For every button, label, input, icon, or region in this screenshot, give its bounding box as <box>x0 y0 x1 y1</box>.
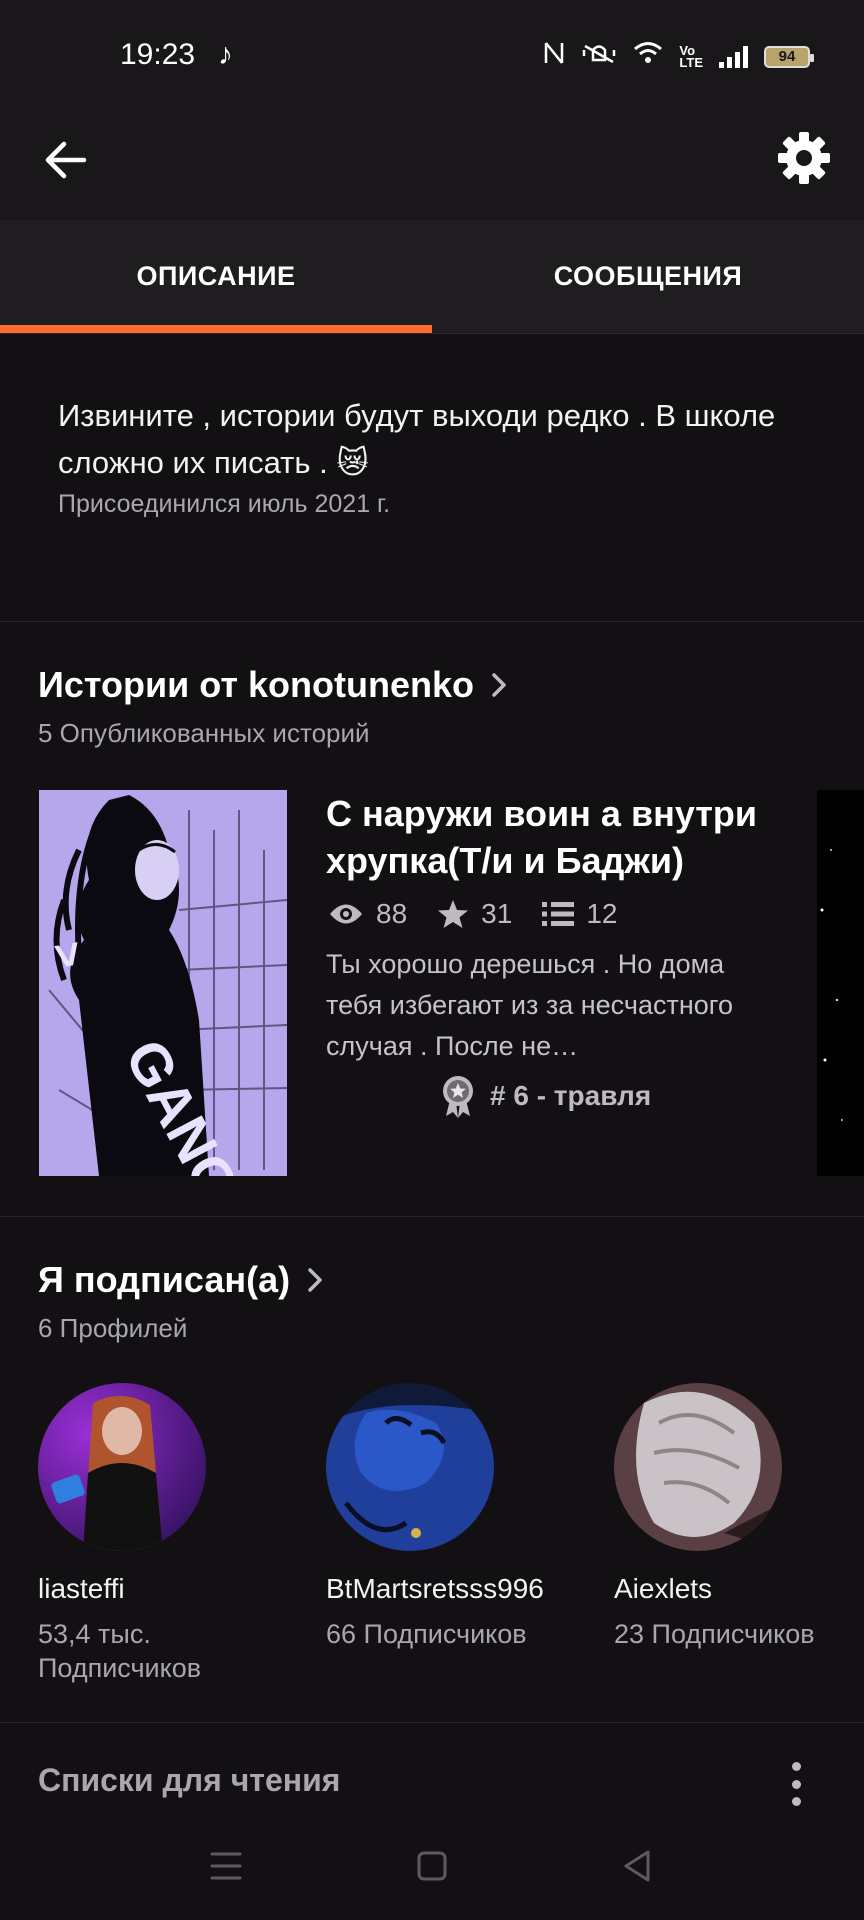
recent-apps-button[interactable] <box>204 1844 248 1888</box>
reading-lists-title[interactable]: Списки для чтения <box>38 1762 340 1799</box>
wifi-icon <box>633 41 663 72</box>
profile-name: Aiexlets <box>614 1573 713 1604</box>
following-section-header[interactable]: Я подписан(а) <box>38 1259 326 1301</box>
profile-followers: 53,4 тыс. Подписчиков <box>38 1619 202 1683</box>
signal-icon <box>719 45 748 68</box>
joined-date: Присоединился июль 2021 г. <box>58 490 391 518</box>
status-time: 19:23 <box>120 38 196 71</box>
tab-description[interactable]: ОПИСАНИЕ <box>0 220 432 333</box>
app-bar <box>0 110 864 220</box>
avatar[interactable] <box>614 1383 782 1551</box>
status-icons: Vo LTE 94 <box>543 40 814 73</box>
following-section-title: Я подписан(а) <box>38 1259 291 1300</box>
profile-followers: 66 Подписчиков <box>326 1619 527 1649</box>
chevron-right-icon <box>492 673 506 697</box>
description-text: Извините , истории будут выходи редко . … <box>58 398 776 480</box>
music-note-icon: ♪ <box>218 38 233 71</box>
votes-count: 31 <box>481 898 513 929</box>
rank-text: # 6 - травля <box>490 1080 652 1111</box>
divider <box>0 1216 864 1217</box>
views-stat: 88 <box>328 898 407 930</box>
triangle-back-icon <box>624 1850 650 1882</box>
next-story-cover[interactable] <box>817 790 864 1176</box>
back-button[interactable] <box>40 132 96 188</box>
story-stats: 88 31 12 <box>328 898 617 930</box>
ribbon-badge-icon <box>443 1076 473 1118</box>
profile-card[interactable]: Aiexlets 23 Подписчиков <box>614 1383 854 1651</box>
volte-icon: Vo LTE <box>679 42 703 70</box>
system-nav-bar <box>0 1814 864 1920</box>
profile-name: liasteffi <box>38 1573 125 1604</box>
avatar[interactable] <box>326 1383 494 1551</box>
following-count: 6 Профилей <box>38 1313 188 1343</box>
square-icon <box>417 1851 447 1881</box>
menu-icon <box>210 1852 242 1880</box>
story-cover[interactable]: GANG > <box>39 790 287 1176</box>
tab-messages[interactable]: СООБЩЕНИЯ <box>432 220 864 333</box>
story-cover-art: GANG > <box>39 790 287 1176</box>
chevron-right-icon <box>308 1268 322 1292</box>
story-blurb: Ты хорошо дерешься . Но дома тебя избега… <box>326 949 734 1061</box>
profile-description: Извините , истории будут выходи редко . … <box>58 392 798 519</box>
parts-stat: 12 <box>542 898 617 930</box>
profile-name: BtMartsretsss996 <box>326 1573 544 1604</box>
more-vert-icon <box>791 1762 801 1771</box>
star-icon <box>438 900 469 928</box>
profile-followers: 23 Подписчиков <box>614 1619 815 1649</box>
views-count: 88 <box>376 898 408 929</box>
divider <box>0 621 864 622</box>
story-title[interactable]: С наружи воин а внутри хрупка(Т/и и Бадж… <box>326 790 796 884</box>
more-options-button[interactable] <box>788 1762 804 1806</box>
back-nav-button[interactable] <box>616 1844 660 1888</box>
tab-bar: ОПИСАНИЕ СООБЩЕНИЯ <box>0 220 864 334</box>
nfc-icon <box>543 40 565 73</box>
settings-button[interactable] <box>772 126 836 190</box>
avatar[interactable] <box>38 1383 206 1551</box>
mute-vibrate-icon <box>581 40 617 73</box>
list-icon <box>542 902 575 926</box>
stories-section-header[interactable]: Истории от konotunenko <box>38 664 510 706</box>
profile-card[interactable]: BtMartsretsss996 66 Подписчиков <box>326 1383 566 1651</box>
story-rank[interactable]: # 6 - травля <box>440 1074 651 1118</box>
stories-section-title: Истории от konotunenko <box>38 664 475 705</box>
votes-stat: 31 <box>437 898 512 930</box>
parts-count: 12 <box>586 898 618 929</box>
profile-card[interactable]: liasteffi 53,4 тыс. Подписчиков <box>38 1383 278 1685</box>
gear-icon <box>778 132 830 184</box>
battery-icon: 94 <box>764 45 814 68</box>
divider <box>0 1722 864 1723</box>
status-bar: 19:23 ♪ Vo LTE 94 <box>0 0 864 110</box>
stories-count: 5 Опубликованных историй <box>38 718 370 748</box>
home-button[interactable] <box>410 1844 454 1888</box>
eye-icon <box>330 904 362 924</box>
back-arrow-icon <box>45 141 87 179</box>
